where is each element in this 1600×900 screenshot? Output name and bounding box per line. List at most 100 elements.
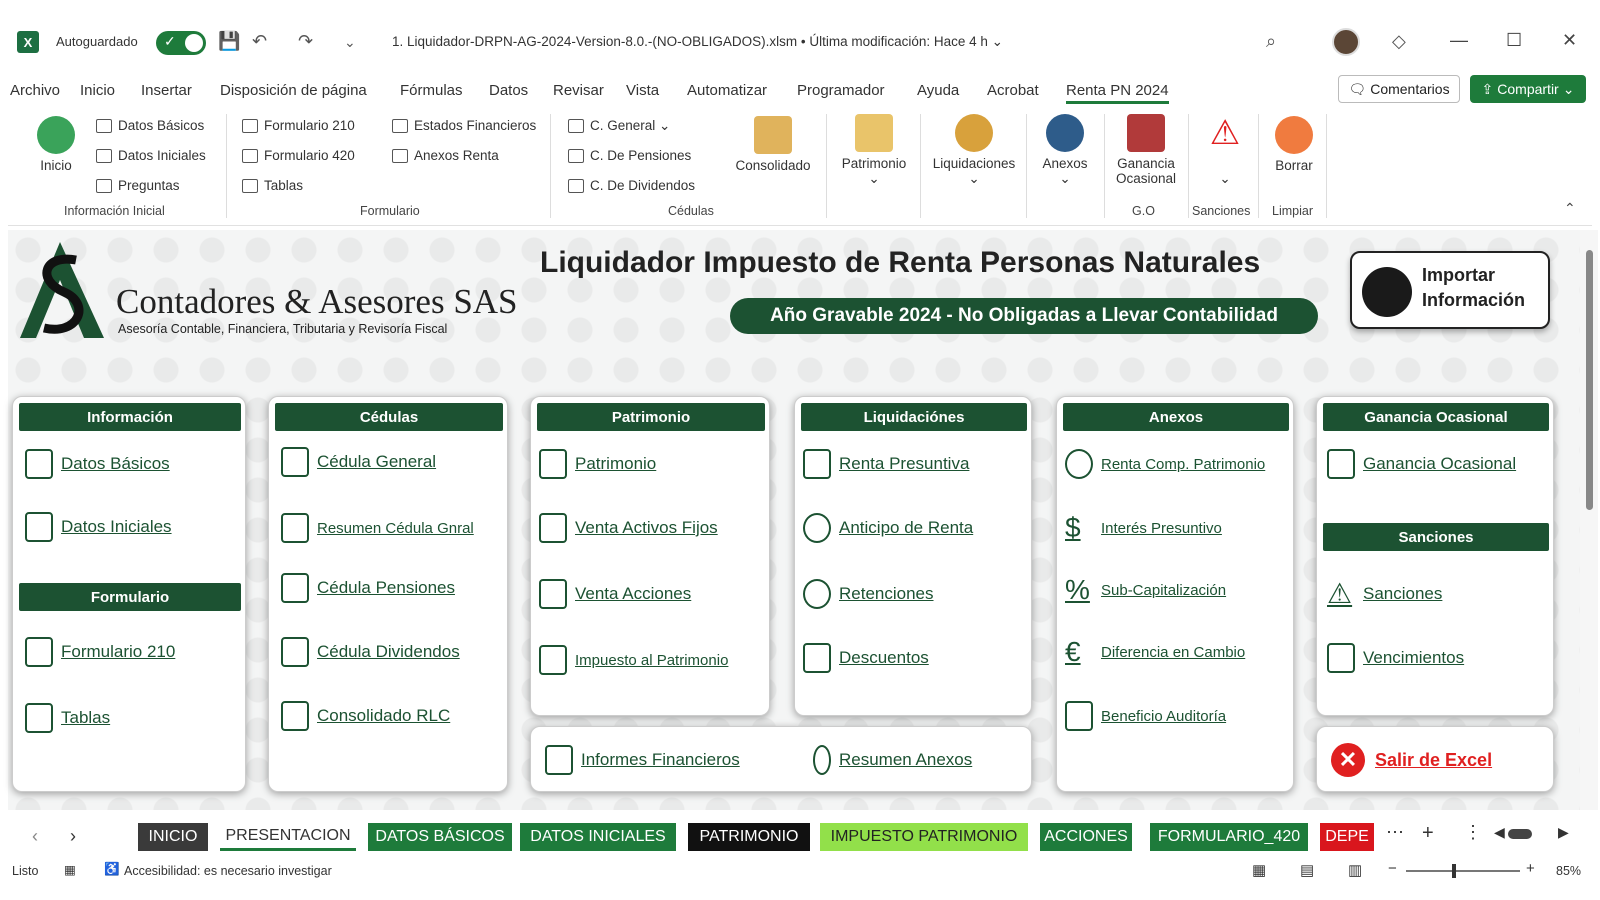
link-sub-capitalizacion[interactable]: % Sub-Capitalización: [1065, 575, 1226, 605]
link-formulario-210[interactable]: Formulario 210: [25, 637, 175, 667]
excel-icon[interactable]: X: [17, 31, 39, 53]
ribbon-form210[interactable]: Formulario 210: [242, 118, 355, 133]
link-ganancia-ocasional[interactable]: Ganancia Ocasional: [1327, 449, 1516, 479]
menu-formulas[interactable]: Fórmulas: [400, 82, 463, 99]
ribbon-consolidado-button[interactable]: Consolidado: [728, 116, 818, 173]
zoom-out-icon[interactable]: −: [1388, 860, 1397, 877]
link-cedula-general[interactable]: Cédula General: [281, 447, 436, 477]
search-icon[interactable]: ⌕: [1266, 31, 1276, 52]
link-venta-acciones[interactable]: Venta Acciones: [539, 579, 691, 609]
ribbon-ganancia-button[interactable]: Ganancia Ocasional: [1108, 114, 1184, 186]
tab-next-icon[interactable]: ›: [70, 826, 76, 847]
menu-automatizar[interactable]: Automatizar: [687, 82, 767, 99]
accessibility-icon[interactable]: ♿: [104, 862, 120, 877]
tab-prev-icon[interactable]: ‹: [32, 826, 38, 847]
menu-renta-pn[interactable]: Renta PN 2024: [1066, 82, 1169, 104]
link-renta-presuntiva[interactable]: Renta Presuntiva: [803, 449, 969, 479]
link-tablas[interactable]: Tablas: [25, 703, 110, 733]
ribbon-sanciones-button[interactable]: ⚠ ⌄: [1194, 114, 1256, 187]
minimize-icon[interactable]: —: [1450, 30, 1468, 51]
menu-archivo[interactable]: Archivo: [10, 82, 60, 99]
ribbon-preguntas[interactable]: Preguntas: [96, 178, 180, 193]
normal-view-icon[interactable]: ▦: [1252, 861, 1266, 879]
link-vencimientos[interactable]: Vencimientos: [1327, 643, 1464, 673]
sheet-tab[interactable]: PRESENTACION: [220, 823, 356, 851]
link-datos-basicos[interactable]: Datos Básicos: [25, 449, 170, 479]
menu-vista[interactable]: Vista: [626, 82, 659, 99]
link-venta-activos[interactable]: Venta Activos Fijos: [539, 513, 718, 543]
ribbon-borrar-button[interactable]: Borrar: [1264, 116, 1324, 173]
link-resumen-cedula[interactable]: Resumen Cédula Gnral: [281, 513, 474, 543]
link-retenciones[interactable]: Retenciones: [803, 579, 934, 609]
maximize-icon[interactable]: ☐: [1506, 30, 1522, 51]
ribbon-liquidaciones-button[interactable]: Liquidaciones ⌄: [926, 114, 1022, 187]
options-icon[interactable]: ⋮: [1464, 822, 1482, 843]
ribbon-datos-iniciales[interactable]: Datos Iniciales: [96, 148, 206, 163]
customize-toolbar-icon[interactable]: ⌄: [344, 34, 356, 51]
import-button[interactable]: Importar Información: [1350, 251, 1550, 329]
ribbon-anexos-renta[interactable]: Anexos Renta: [392, 148, 499, 163]
sheet-tab[interactable]: INICIO: [138, 823, 208, 851]
menu-inicio[interactable]: Inicio: [80, 82, 115, 99]
ribbon-datos-basicos[interactable]: Datos Básicos: [96, 118, 204, 133]
link-anticipo-renta[interactable]: Anticipo de Renta: [803, 513, 973, 543]
diamond-icon[interactable]: ◇: [1392, 31, 1406, 52]
page-break-icon[interactable]: ▥: [1348, 861, 1362, 879]
menu-ayuda[interactable]: Ayuda: [917, 82, 959, 99]
close-icon[interactable]: ✕: [1562, 30, 1577, 51]
menu-programador[interactable]: Programador: [797, 82, 885, 99]
link-consolidado-rlc[interactable]: Consolidado RLC: [281, 701, 450, 731]
ribbon-tablas[interactable]: Tablas: [242, 178, 303, 193]
link-patrimonio[interactable]: Patrimonio: [539, 449, 656, 479]
accessibility-status[interactable]: Accesibilidad: es necesario investigar: [124, 864, 332, 878]
avatar[interactable]: [1332, 28, 1360, 56]
redo-icon[interactable]: ↷: [298, 31, 313, 52]
share-button[interactable]: ⇪ Compartir ⌄: [1470, 75, 1586, 103]
ribbon-inicio-button[interactable]: Inicio: [26, 116, 86, 173]
more-tabs-icon[interactable]: ⋯: [1386, 822, 1404, 843]
link-cedula-dividendos[interactable]: Cédula Dividendos: [281, 637, 460, 667]
sheet-tab[interactable]: DATOS INICIALES: [520, 823, 676, 851]
collapse-ribbon-icon[interactable]: ⌃: [1564, 200, 1576, 217]
save-icon[interactable]: 💾: [218, 31, 240, 52]
scroll-right-icon[interactable]: ▶: [1558, 824, 1569, 841]
menu-acrobat[interactable]: Acrobat: [987, 82, 1039, 99]
ribbon-c-dividendos[interactable]: C. De Dividendos: [568, 178, 695, 193]
page-layout-icon[interactable]: ▤: [1300, 861, 1314, 879]
ribbon-c-general[interactable]: C. General ⌄: [568, 118, 670, 134]
zoom-in-icon[interactable]: +: [1526, 860, 1535, 877]
macro-record-icon[interactable]: ▦: [64, 862, 76, 877]
sheet-tab[interactable]: ACCIONES: [1040, 823, 1132, 851]
vertical-scrollbar[interactable]: [1580, 230, 1598, 810]
file-name[interactable]: 1. Liquidador-DRPN-AG-2024-Version-8.0.-…: [392, 34, 1003, 50]
ribbon-estados[interactable]: Estados Financieros: [392, 118, 536, 133]
sheet-tab[interactable]: PATRIMONIO: [688, 823, 810, 851]
zoom-slider[interactable]: [1406, 870, 1520, 872]
ribbon-c-pensiones[interactable]: C. De Pensiones: [568, 148, 691, 163]
menu-revisar[interactable]: Revisar: [553, 82, 604, 99]
link-datos-iniciales[interactable]: Datos Iniciales: [25, 512, 172, 542]
menu-insertar[interactable]: Insertar: [141, 82, 192, 99]
scroll-left-icon[interactable]: ◀: [1494, 824, 1505, 841]
link-descuentos[interactable]: Descuentos: [803, 643, 929, 673]
zoom-level[interactable]: 85%: [1556, 864, 1581, 878]
h-scroll-thumb[interactable]: [1508, 829, 1532, 839]
ribbon-anexos-button[interactable]: Anexos ⌄: [1032, 114, 1098, 187]
autosave-toggle[interactable]: [156, 31, 206, 55]
comments-button[interactable]: 🗨 Comentarios: [1338, 75, 1460, 103]
sheet-tab[interactable]: DEPE: [1320, 823, 1374, 851]
exit-excel-button[interactable]: ✕ Salir de Excel: [1331, 743, 1492, 777]
link-resumen-anexos[interactable]: Resumen Anexos: [813, 745, 972, 775]
ribbon-form420[interactable]: Formulario 420: [242, 148, 355, 163]
menu-disposicion[interactable]: Disposición de página: [220, 82, 367, 99]
sheet-tab[interactable]: DATOS BÁSICOS: [368, 823, 512, 851]
undo-icon[interactable]: ↶: [252, 31, 267, 52]
sheet-tab[interactable]: FORMULARIO_420: [1150, 823, 1308, 851]
link-informes-financieros[interactable]: Informes Financieros: [545, 745, 740, 775]
ribbon-patrimonio-button[interactable]: Patrimonio ⌄: [834, 114, 914, 187]
link-interes-presuntivo[interactable]: $ Interés Presuntivo: [1065, 513, 1222, 543]
sheet-tab[interactable]: IMPUESTO PATRIMONIO: [820, 823, 1028, 851]
link-sanciones[interactable]: ⚠ Sanciones: [1327, 579, 1442, 609]
scroll-thumb[interactable]: [1586, 250, 1593, 510]
add-sheet-icon[interactable]: +: [1422, 822, 1434, 845]
